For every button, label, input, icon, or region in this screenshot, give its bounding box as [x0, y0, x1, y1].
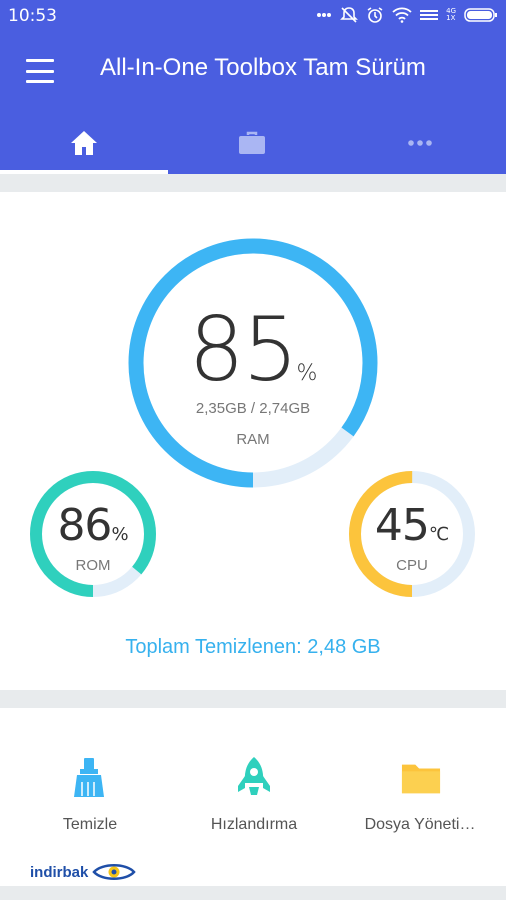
tab-home[interactable] [0, 112, 168, 174]
eye-logo-icon [92, 864, 137, 880]
tool-boost[interactable]: Hızlandırma [170, 756, 338, 846]
broom-icon [70, 756, 110, 800]
network-label: 4G 1X [446, 8, 456, 22]
more-dots-icon [317, 13, 332, 17]
rocket-icon [234, 756, 274, 800]
rom-label: ROM [75, 557, 111, 574]
tool-clean-label: Temizle [62, 816, 118, 833]
tool-boost-label: Hızlandırma [210, 816, 298, 833]
tool-file-manager-label: Dosya Yöneti… [364, 816, 476, 833]
tool-clean[interactable]: Temizle [6, 756, 174, 846]
battery-icon [464, 8, 497, 22]
home-icon [71, 131, 97, 155]
hamburger-menu-icon[interactable] [24, 56, 56, 86]
folder-icon [401, 756, 441, 800]
status-time: 10:53 [8, 6, 57, 26]
watermark-text: indirbak [30, 863, 89, 881]
cpu-label: CPU [396, 557, 428, 574]
rom-value: 86% [29, 500, 157, 551]
bottom-strip [0, 886, 506, 900]
status-icons: 4G 1X [316, 5, 498, 25]
section-divider [0, 174, 506, 192]
watermark: indirbak [30, 860, 137, 884]
wifi-icon [392, 7, 412, 23]
ram-percent: 85 [188, 298, 299, 401]
app-title: All-In-One Toolbox Tam Sürüm [100, 54, 426, 81]
status-bar: 10:53 4G 1X [0, 0, 506, 32]
ram-detail: 2,35GB / 2,74GB [195, 400, 311, 417]
tab-bar [0, 112, 506, 174]
tab-more[interactable] [336, 112, 504, 174]
tab-toolbox[interactable] [168, 112, 336, 174]
network-type-bottom: 1X [446, 14, 456, 22]
more-horizontal-icon [408, 140, 432, 146]
ram-label: RAM [236, 431, 270, 448]
total-cleaned-text: Toplam Temizlenen: 2,48 GB [125, 636, 381, 658]
section-divider [0, 690, 506, 708]
tool-file-manager[interactable]: Dosya Yöneti… [336, 756, 504, 846]
cpu-temperature: 45 [374, 500, 430, 551]
app-bar: All-In-One Toolbox Tam Sürüm [0, 32, 506, 112]
signal-icon [420, 10, 439, 20]
alarm-icon [367, 7, 383, 23]
cpu-unit: ℃ [428, 524, 450, 545]
mute-icon [340, 7, 359, 23]
rom-unit: % [111, 524, 129, 545]
ram-unit: % [296, 361, 318, 386]
ram-value: 85% [128, 298, 378, 401]
cpu-value: 45℃ [348, 500, 476, 551]
briefcase-icon [239, 131, 265, 154]
rom-percent: 86 [57, 500, 112, 551]
